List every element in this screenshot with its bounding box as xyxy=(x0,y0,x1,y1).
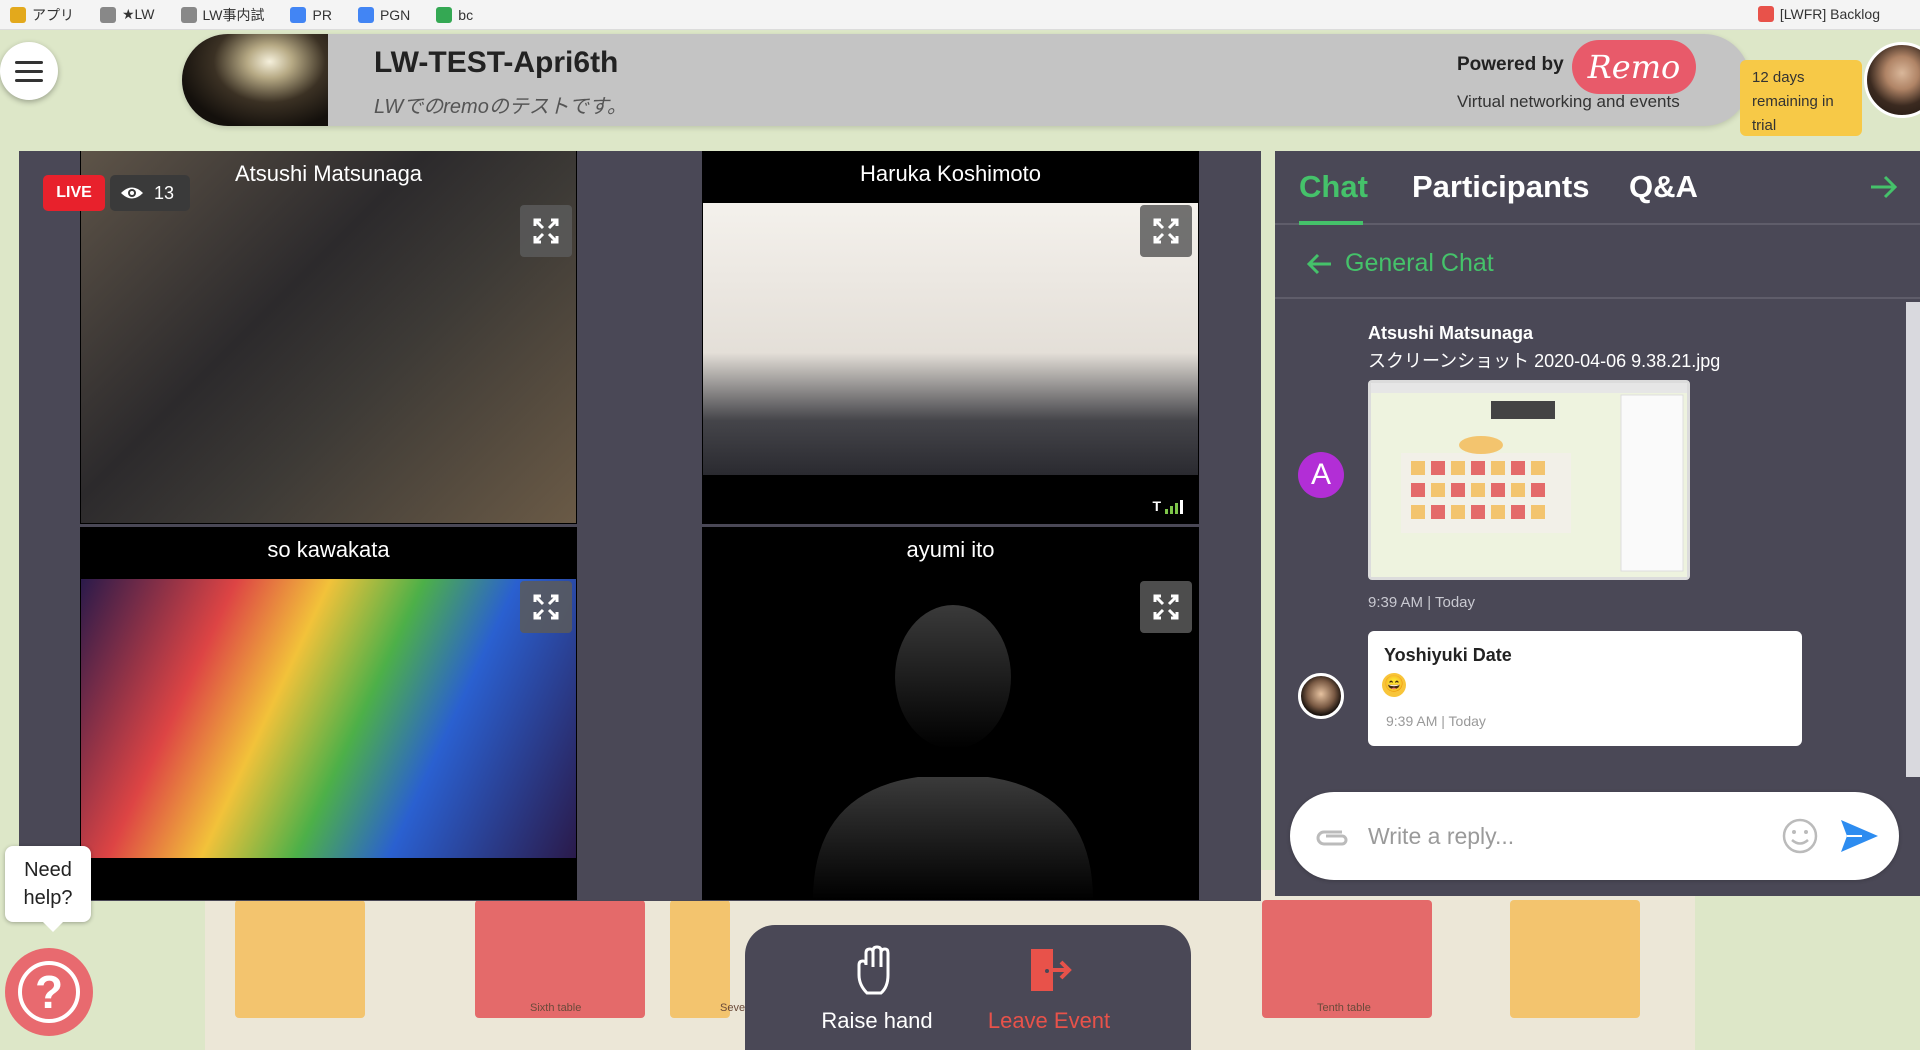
exit-icon xyxy=(1031,949,1072,991)
raise-hand-label: Raise hand xyxy=(821,1008,933,1033)
menu-button[interactable] xyxy=(0,42,58,100)
video-tile[interactable]: Haruka Koshimoto T xyxy=(702,151,1199,524)
event-header: LW-TEST-Apri6th LWでのremoのテストです。 Powered … xyxy=(182,34,1750,126)
expand-icon[interactable] xyxy=(1140,205,1192,257)
viewer-count-value: 13 xyxy=(154,182,175,203)
trial-badge[interactable]: 12 days remaining in trial xyxy=(1740,60,1862,136)
send-icon[interactable] xyxy=(1838,816,1880,856)
help-button[interactable]: ? xyxy=(5,948,93,1036)
drive-icon xyxy=(290,6,307,23)
table-seventh[interactable] xyxy=(670,900,730,1018)
avatar[interactable] xyxy=(1298,673,1344,719)
menu-icon-line xyxy=(15,60,43,64)
smiley-icon[interactable] xyxy=(1780,816,1820,856)
back-arrow-icon[interactable] xyxy=(1305,249,1335,279)
powered-by-label: Powered by xyxy=(1457,54,1564,75)
bookmark-pr[interactable]: PR xyxy=(290,6,332,23)
message-filename: スクリーンショット 2020-04-06 9.38.21.jpg xyxy=(1368,351,1721,371)
chat-tabs: Chat Participants Q&A xyxy=(1275,151,1920,225)
expand-icon[interactable] xyxy=(520,205,572,257)
message-time: 9:39 AM | Today xyxy=(1368,594,1476,611)
active-tab-indicator xyxy=(1299,221,1363,225)
message-author: Atsushi Matsunaga xyxy=(1368,323,1534,343)
remo-logo: Remo xyxy=(1572,40,1696,94)
expand-icon[interactable] xyxy=(1140,581,1192,633)
stage-area: Atsushi Matsunaga Haruka Koshimoto T so … xyxy=(19,151,1261,901)
bookmarks-bar: アプリ ★LW LW事内試 PR PGN bc [LWFR] Backlog xyxy=(0,0,1920,30)
menu-icon-line xyxy=(15,78,43,82)
hand-icon xyxy=(857,945,890,995)
bookmark-lw-internal[interactable]: LW事内試 xyxy=(180,5,264,25)
silhouette-icon xyxy=(813,605,1093,900)
bc-icon xyxy=(436,6,453,23)
table-label: Sixth table xyxy=(530,1002,582,1014)
video-tile[interactable]: so kawakata xyxy=(80,527,577,900)
message-card: Yoshiyuki Date 😄 9:39 AM | Today xyxy=(1368,631,1802,746)
folder-icon xyxy=(100,6,116,23)
signal-icon: T xyxy=(1152,498,1183,514)
reply-input[interactable] xyxy=(1368,816,1748,856)
live-badge: LIVE xyxy=(43,175,105,211)
channel-name: General Chat xyxy=(1345,249,1494,277)
table-fifth[interactable] xyxy=(235,900,365,1018)
bookmark-backlog[interactable]: [LWFR] Backlog xyxy=(1757,6,1880,22)
bookmark-pgn[interactable]: PGN xyxy=(357,6,410,23)
leave-event-button[interactable]: Leave Event xyxy=(969,945,1129,1034)
avatar-placeholder xyxy=(703,527,1198,900)
screenshot-thumbnail xyxy=(1371,383,1687,577)
message-image[interactable] xyxy=(1368,380,1690,580)
backlog-icon xyxy=(1757,6,1774,22)
tab-qa[interactable]: Q&A xyxy=(1629,169,1698,205)
folder-icon xyxy=(180,6,197,23)
event-thumbnail xyxy=(182,34,328,126)
tagline: Virtual networking and events xyxy=(1457,92,1680,111)
collapse-panel-icon[interactable] xyxy=(1865,169,1901,205)
message-time: 9:39 AM | Today xyxy=(1386,713,1486,729)
tab-chat[interactable]: Chat xyxy=(1299,169,1368,205)
message-author: Yoshiyuki Date xyxy=(1384,645,1512,665)
table-eleventh[interactable] xyxy=(1510,900,1640,1018)
viewer-count: 13 xyxy=(110,175,190,211)
participant-name: ayumi ito xyxy=(906,537,995,562)
event-subtitle: LWでのremoのテストです。 xyxy=(374,96,627,118)
bookmark-bc[interactable]: bc xyxy=(436,6,473,23)
paperclip-icon[interactable] xyxy=(1312,818,1352,854)
help-tooltip: Need help? xyxy=(5,846,91,932)
event-title: LW-TEST-Apri6th xyxy=(374,46,619,79)
avatar[interactable]: A xyxy=(1298,452,1344,498)
docs-icon xyxy=(357,6,374,23)
video-feed xyxy=(703,203,1198,475)
bookmark-lw[interactable]: ★LW xyxy=(100,6,155,23)
leave-event-label: Leave Event xyxy=(987,1008,1111,1033)
participant-name: so kawakata xyxy=(267,537,390,562)
event-controls: Raise hand Leave Event xyxy=(745,925,1191,1050)
channel-header: General Chat xyxy=(1275,227,1920,299)
menu-icon-line xyxy=(15,69,43,73)
eye-icon xyxy=(121,187,143,199)
bookmark-apps[interactable]: アプリ xyxy=(10,5,74,25)
chat-scrollbar[interactable] xyxy=(1906,302,1920,777)
reply-composer xyxy=(1290,792,1899,880)
table-label: Tenth table xyxy=(1317,1002,1371,1014)
participant-name: Haruka Koshimoto xyxy=(860,161,1041,186)
tab-participants[interactable]: Participants xyxy=(1412,169,1589,205)
table-label: Seve xyxy=(720,1002,746,1014)
table-tenth[interactable] xyxy=(1262,900,1432,1018)
video-tile[interactable]: ayumi ito xyxy=(702,527,1199,900)
apps-icon xyxy=(10,6,26,23)
grin-emoji-icon: 😄 xyxy=(1382,673,1406,697)
raise-hand-button[interactable]: Raise hand xyxy=(797,945,957,1034)
question-icon: ? xyxy=(18,961,80,1023)
expand-icon[interactable] xyxy=(520,581,572,633)
video-feed xyxy=(81,579,576,858)
table-sixth[interactable] xyxy=(475,900,645,1018)
